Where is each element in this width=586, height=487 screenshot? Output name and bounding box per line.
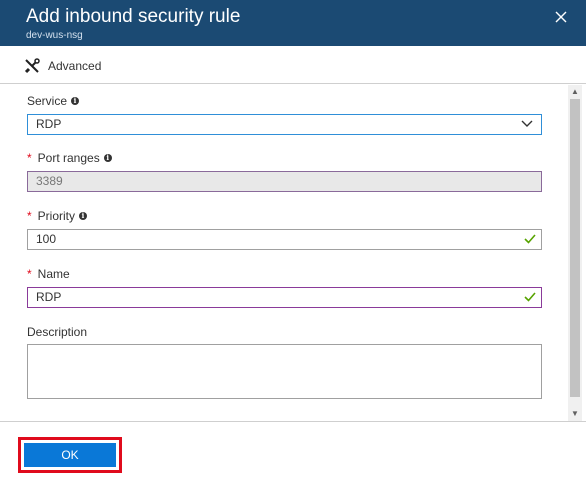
name-value: RDP xyxy=(36,290,62,304)
advanced-label: Advanced xyxy=(48,59,102,73)
chevron-down-icon xyxy=(521,120,533,127)
priority-label: Priority xyxy=(37,209,76,223)
highlight-outline: OK xyxy=(18,437,122,473)
advanced-button[interactable]: Advanced xyxy=(24,56,101,76)
port-ranges-value: 3389 xyxy=(36,174,63,188)
scroll-thumb[interactable] xyxy=(570,99,580,397)
port-ranges-label-row: * Port ranges i xyxy=(27,151,112,165)
vertical-scrollbar[interactable]: ▲ ▼ xyxy=(568,85,582,421)
blade-title: Add inbound security rule xyxy=(26,6,241,27)
priority-label-row: * Priority i xyxy=(27,209,88,223)
required-marker: * xyxy=(27,209,32,223)
scroll-down-arrow-icon[interactable]: ▼ xyxy=(568,407,582,421)
service-select[interactable]: RDP xyxy=(27,114,542,135)
ok-button[interactable]: OK xyxy=(24,443,116,467)
service-value: RDP xyxy=(36,117,62,131)
tools-icon xyxy=(24,58,40,74)
description-label: Description xyxy=(27,325,88,339)
scroll-up-arrow-icon[interactable]: ▲ xyxy=(568,85,582,99)
name-label: Name xyxy=(37,267,70,281)
port-ranges-label: Port ranges xyxy=(37,151,100,165)
command-bar: Advanced xyxy=(0,46,586,84)
required-marker: * xyxy=(27,267,32,281)
service-label: Service xyxy=(27,94,68,108)
blade-header: Add inbound security rule dev-wus-nsg xyxy=(0,0,586,46)
checkmark-icon xyxy=(524,234,536,244)
port-ranges-input[interactable]: 3389 xyxy=(27,171,542,192)
name-input[interactable]: RDP xyxy=(27,287,542,308)
blade-subtitle: dev-wus-nsg xyxy=(26,30,83,41)
info-icon[interactable]: i xyxy=(79,212,88,220)
close-icon xyxy=(555,11,567,23)
blade-footer: OK xyxy=(0,421,586,487)
info-icon[interactable]: i xyxy=(103,154,112,162)
priority-value: 100 xyxy=(36,232,57,246)
priority-input[interactable]: 100 xyxy=(27,229,542,250)
name-label-row: * Name xyxy=(27,267,70,281)
description-textarea[interactable] xyxy=(27,344,542,399)
checkmark-icon xyxy=(524,292,536,302)
description-label-row: Description xyxy=(27,325,87,339)
info-icon[interactable]: i xyxy=(71,97,80,105)
required-marker: * xyxy=(27,151,32,165)
close-button[interactable] xyxy=(550,6,572,28)
service-label-row: Service i xyxy=(27,94,80,108)
